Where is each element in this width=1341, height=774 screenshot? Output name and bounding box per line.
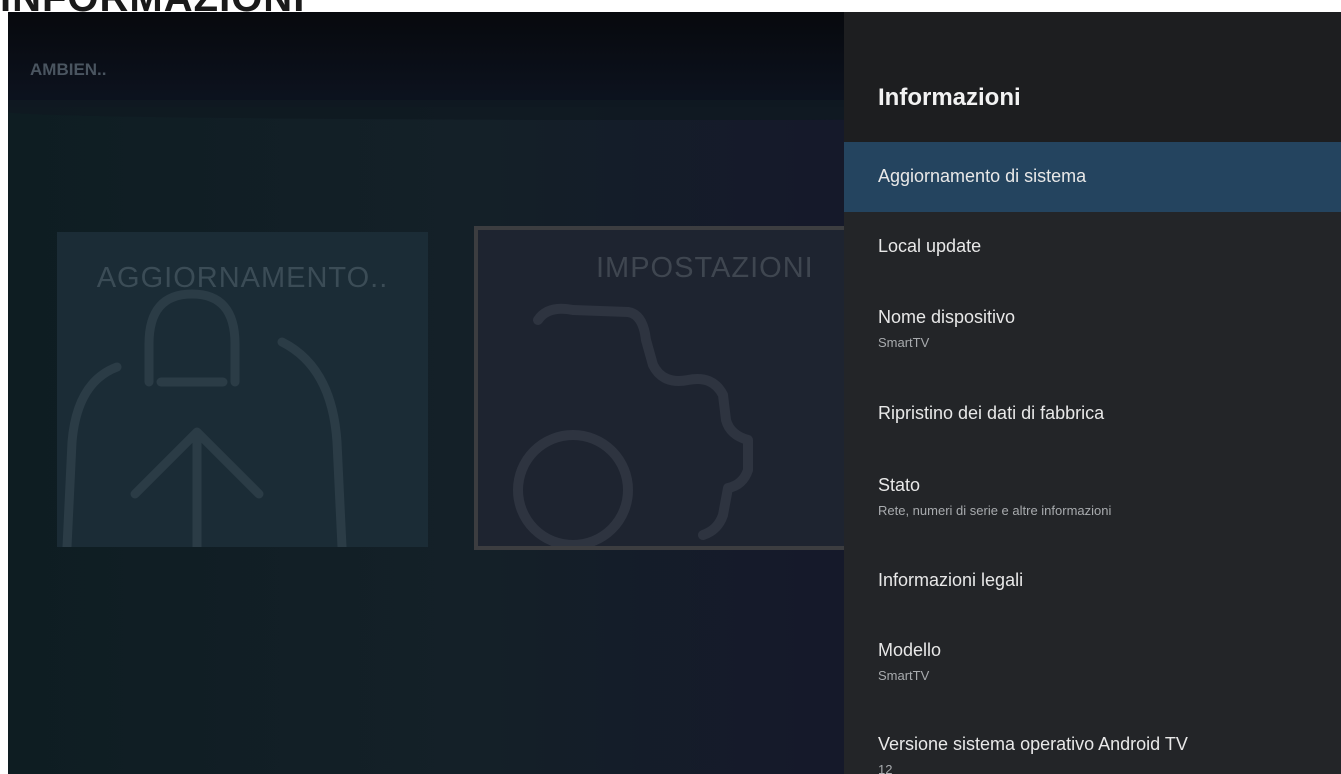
menu-item-android-version[interactable]: Versione sistema operativo Android TV 12 — [844, 734, 1341, 774]
panel-header: Informazioni — [844, 12, 1341, 142]
panel-title: Informazioni — [878, 84, 1021, 111]
menu-item-system-update[interactable]: Aggiornamento di sistema — [844, 142, 1341, 212]
bag-upload-icon — [62, 289, 347, 547]
menu-item-label: Aggiornamento di sistema — [878, 166, 1087, 186]
menu-item-label: Nome dispositivo — [878, 307, 1016, 327]
menu-item-value: Rete, numeri di serie e altre informazio… — [878, 503, 1112, 518]
menu-item-label: Ripristino dei dati di fabbrica — [878, 403, 1105, 423]
menu-item-label: Modello — [878, 640, 942, 660]
menu-item-value: SmartTV — [878, 335, 930, 350]
menu-item-local-update[interactable]: Local update — [844, 236, 1341, 276]
menu-item-value: 12 — [878, 762, 893, 774]
menu-item-factory-reset[interactable]: Ripristino dei dati di fabbrica — [844, 403, 1341, 443]
menu-item-label: Informazioni legali — [878, 570, 1024, 590]
menu-item-label: Stato — [878, 475, 921, 495]
menu-item-status[interactable]: Stato Rete, numeri di serie e altre info… — [844, 475, 1341, 530]
ambient-label: AMBIEN.. — [30, 60, 107, 79]
menu-item-label: Local update — [878, 236, 982, 256]
tile-settings[interactable]: IMPOSTAZIONI — [474, 226, 874, 550]
settings-panel: Informazioni Aggiornamento di sistema Lo… — [844, 12, 1341, 774]
menu-item-label: Versione sistema operativo Android TV — [878, 734, 1188, 754]
menu-item-device-name[interactable]: Nome dispositivo SmartTV — [844, 307, 1341, 362]
menu-item-value: SmartTV — [878, 668, 930, 683]
menu-item-legal-info[interactable]: Informazioni legali — [844, 570, 1341, 610]
tile-system-update[interactable]: AGGIORNAMENTO.. — [57, 232, 428, 547]
page: INFORMAZIONI AMBIEN.. AGGIORNAMENTO.. IM… — [0, 0, 1341, 774]
gear-icon — [513, 303, 753, 546]
menu-item-model[interactable]: Modello SmartTV — [844, 640, 1341, 695]
